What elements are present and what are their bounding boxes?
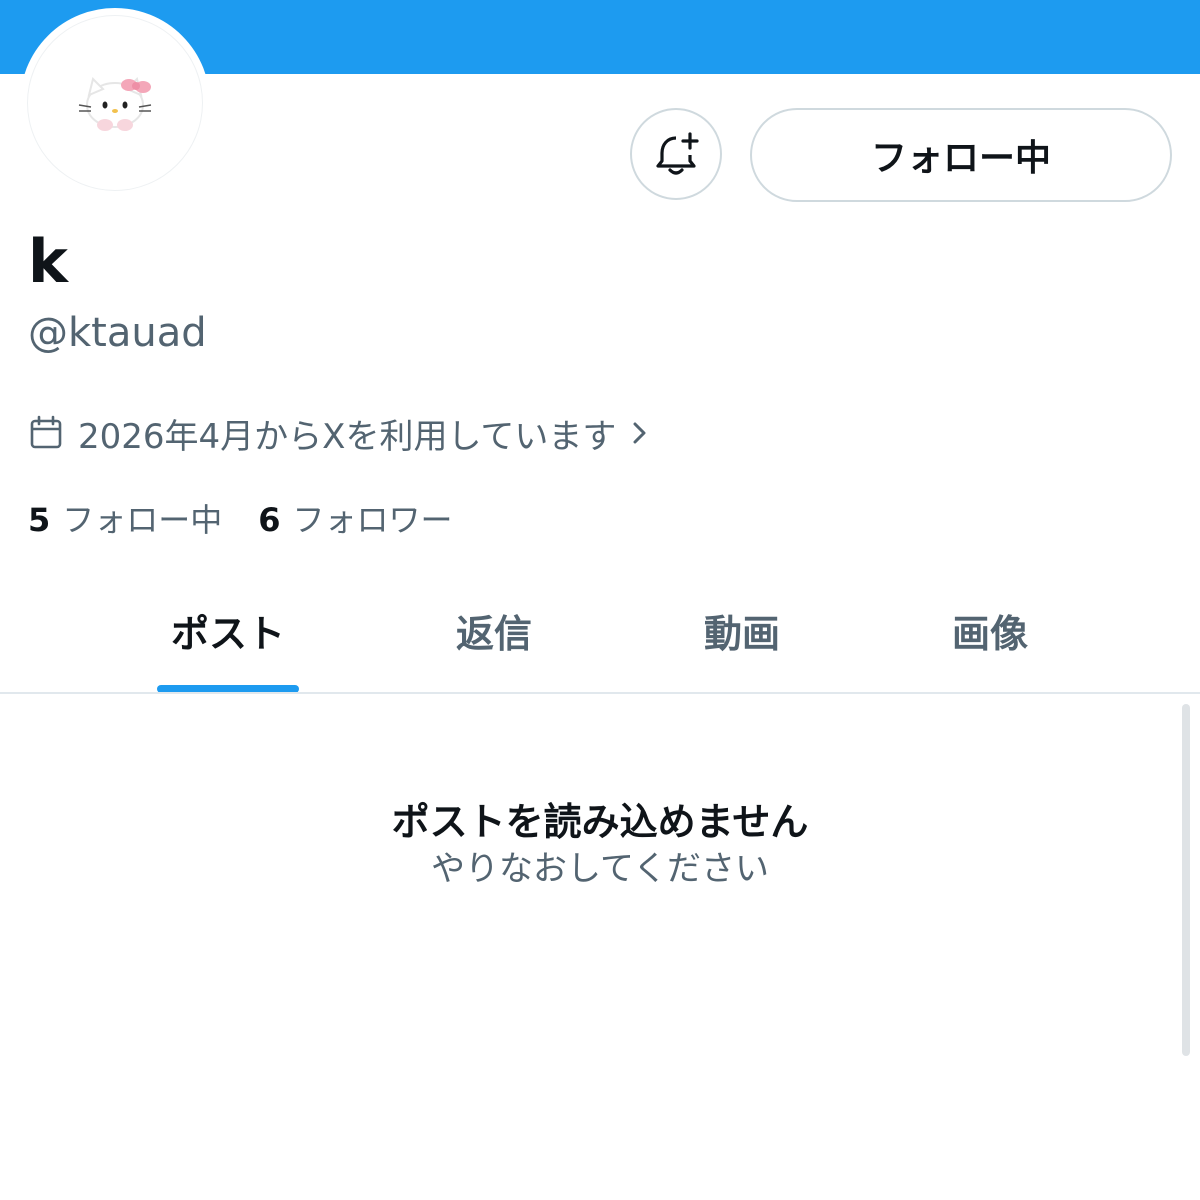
joined-date-text: 2026年4月からXを利用しています: [78, 416, 617, 457]
user-handle: @ktauad: [28, 310, 207, 356]
following-count: 5: [28, 501, 51, 539]
tab-images[interactable]: 画像: [890, 580, 1090, 680]
scrollbar[interactable]: [1182, 704, 1190, 1056]
tab-replies[interactable]: 返信: [394, 580, 594, 680]
avatar-image: [27, 15, 203, 191]
followers-label: フォロワー: [292, 501, 453, 539]
following-button[interactable]: フォロー中: [750, 108, 1172, 202]
follow-stats: 5 フォロー中 6 フォロワー: [28, 496, 453, 544]
bell-plus-icon: [656, 132, 699, 175]
empty-state-title: ポストを読み込めません: [391, 800, 809, 844]
followers-count: 6: [258, 501, 281, 539]
empty-state-subtitle: やりなおしてください: [431, 849, 769, 889]
following-label: フォロー中: [62, 501, 223, 539]
tabs-divider: [0, 692, 1200, 694]
chevron-right-icon: [633, 422, 646, 444]
tab-videos[interactable]: 動画: [642, 580, 842, 680]
hello-kitty-avatar-icon: [78, 77, 152, 131]
avatar[interactable]: [20, 8, 210, 198]
calendar-icon: [30, 415, 62, 449]
tab-posts[interactable]: ポスト: [128, 580, 328, 680]
display-name: k: [28, 227, 68, 297]
followers-stat[interactable]: 6 フォロワー: [258, 496, 452, 544]
following-stat[interactable]: 5 フォロー中: [28, 496, 222, 544]
following-button-label: フォロー中: [870, 138, 1051, 179]
joined-date[interactable]: 2026年4月からXを利用しています: [28, 408, 664, 458]
notifications-button[interactable]: [630, 108, 722, 200]
profile-tabs: ポスト 返信 動画 画像: [0, 580, 1200, 692]
